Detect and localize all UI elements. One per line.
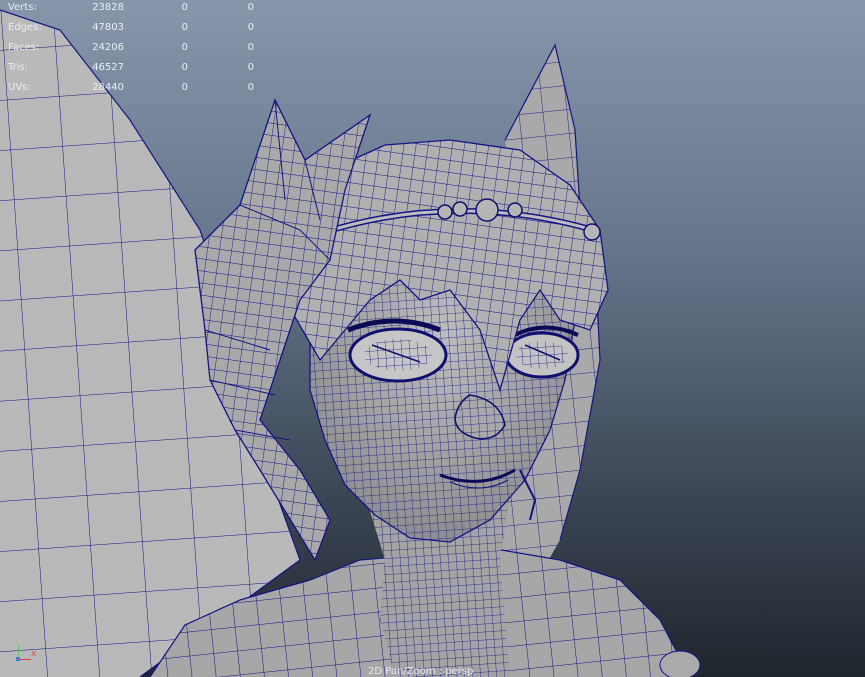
hud-value: 0 [247,22,254,33]
z-axis-marker [16,657,20,661]
hud-label: Verts: [8,2,37,13]
hud-value: 46527 [92,62,124,73]
hud-value: 28440 [92,82,124,93]
hud-label: Faces: [8,42,40,53]
hud-value: 0 [247,42,254,53]
hud-label: UVs: [8,82,31,93]
hud-value: 24206 [92,42,124,53]
hud-value: 0 [181,62,188,73]
hud-value: 0 [181,22,188,33]
3d-viewport[interactable]: Verts: 23828 0 0 Edges: 47803 0 0 Faces: 24206 0 0 T… [0,0,865,677]
x-axis-label: x [31,649,37,659]
viewport-status-text: 2D Pan/Zoom : persp [368,666,474,677]
hud-value: 0 [247,2,254,13]
y-axis-label: y [13,635,19,645]
hud-value: 0 [247,82,254,93]
hud-label: Tris: [8,62,29,73]
character-model-wireframe[interactable] [0,0,865,677]
hud-value: 0 [181,2,188,13]
hud-value: 23828 [92,2,124,13]
hud-value: 0 [247,62,254,73]
hud-value: 0 [181,82,188,93]
hud-value: 0 [181,42,188,53]
hud-value: 47803 [92,22,124,33]
axis-gizmo: y x [12,635,38,663]
hud-label: Edges: [8,22,42,33]
